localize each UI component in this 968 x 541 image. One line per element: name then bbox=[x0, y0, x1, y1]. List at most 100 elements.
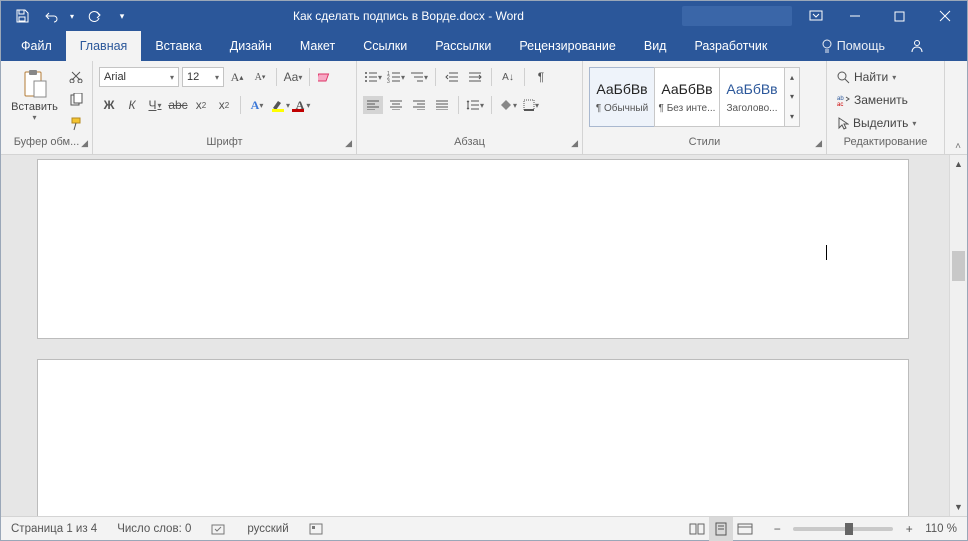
status-proofing[interactable] bbox=[201, 517, 237, 540]
multilevel-list-button[interactable]: ▾ bbox=[409, 68, 429, 86]
scroll-track[interactable] bbox=[950, 173, 967, 498]
tab-design[interactable]: Дизайн bbox=[216, 31, 286, 61]
font-size-combo[interactable]: 12▾ bbox=[182, 67, 224, 87]
copy-button[interactable] bbox=[66, 91, 86, 109]
page-2[interactable] bbox=[37, 359, 909, 516]
title-bar: ▾ ▾ Как сделать подпись в Ворде.docx - W… bbox=[1, 1, 967, 31]
view-print-layout[interactable] bbox=[709, 517, 733, 541]
show-marks-button[interactable]: ¶ bbox=[531, 68, 551, 86]
zoom-out-button[interactable]: − bbox=[767, 520, 787, 538]
quick-access-toolbar: ▾ ▾ bbox=[1, 3, 135, 29]
clipboard-dialog-launcher[interactable]: ◢ bbox=[81, 138, 88, 149]
style-no-spacing[interactable]: АаБбВв ¶ Без инте... bbox=[654, 67, 720, 127]
vertical-scrollbar[interactable]: ▲ ▼ bbox=[949, 155, 967, 516]
highlight-button[interactable]: ▾ bbox=[270, 96, 290, 114]
tab-view[interactable]: Вид bbox=[630, 31, 681, 61]
tell-me[interactable]: Помощь bbox=[809, 31, 897, 61]
select-button[interactable]: Выделить▾ bbox=[833, 113, 920, 133]
collapse-ribbon-button[interactable]: ˄ bbox=[955, 141, 961, 152]
strikethrough-button[interactable]: abc bbox=[168, 96, 188, 114]
tab-insert[interactable]: Вставка bbox=[141, 31, 215, 61]
scroll-up-button[interactable]: ▲ bbox=[950, 155, 967, 173]
undo-button[interactable] bbox=[37, 3, 63, 29]
paste-button[interactable]: Вставить ▾ bbox=[7, 65, 62, 133]
status-word-count[interactable]: Число слов: 0 bbox=[107, 517, 201, 540]
shading-button[interactable]: ▾ bbox=[498, 96, 518, 114]
zoom-in-button[interactable]: + bbox=[899, 520, 919, 538]
save-button[interactable] bbox=[9, 3, 35, 29]
tab-layout[interactable]: Макет bbox=[286, 31, 349, 61]
find-button[interactable]: Найти▾ bbox=[833, 67, 900, 87]
replace-icon: abac bbox=[837, 94, 850, 106]
zoom-level[interactable]: 110 % bbox=[925, 523, 957, 535]
status-macro[interactable] bbox=[299, 517, 333, 540]
group-clipboard: Вставить ▾ Буфер обм...◢ bbox=[1, 61, 93, 154]
justify-button[interactable] bbox=[432, 96, 452, 114]
style-heading1[interactable]: АаБбВв Заголово... bbox=[719, 67, 785, 127]
cut-button[interactable] bbox=[66, 67, 86, 85]
view-read-mode[interactable] bbox=[685, 517, 709, 541]
scroll-thumb[interactable] bbox=[952, 251, 965, 281]
align-right-button[interactable] bbox=[409, 96, 429, 114]
paste-label: Вставить bbox=[11, 101, 58, 113]
qat-customize[interactable]: ▾ bbox=[109, 3, 135, 29]
sort-button[interactable]: A↓ bbox=[498, 68, 518, 86]
increase-indent-button[interactable] bbox=[465, 68, 485, 86]
close-button[interactable] bbox=[922, 1, 967, 31]
zoom-slider-thumb[interactable] bbox=[845, 523, 853, 535]
view-web-layout[interactable] bbox=[733, 517, 757, 541]
maximize-button[interactable] bbox=[877, 1, 922, 31]
grow-font-button[interactable]: A▴ bbox=[227, 68, 247, 86]
tab-review[interactable]: Рецензирование bbox=[505, 31, 630, 61]
tab-mailings[interactable]: Рассылки bbox=[421, 31, 505, 61]
status-page[interactable]: Страница 1 из 4 bbox=[1, 517, 107, 540]
underline-button[interactable]: Ч▾ bbox=[145, 96, 165, 114]
line-spacing-button[interactable]: ▾ bbox=[465, 96, 485, 114]
font-name-combo[interactable]: Arial▾ bbox=[99, 67, 179, 87]
superscript-button[interactable]: x2 bbox=[214, 96, 234, 114]
tab-home[interactable]: Главная bbox=[66, 31, 142, 61]
redo-button[interactable] bbox=[81, 3, 107, 29]
share-button[interactable] bbox=[897, 31, 937, 61]
undo-dropdown[interactable]: ▾ bbox=[65, 3, 79, 29]
align-left-button[interactable] bbox=[363, 96, 383, 114]
styles-dialog-launcher[interactable]: ◢ bbox=[815, 138, 822, 149]
scroll-down-button[interactable]: ▼ bbox=[950, 498, 967, 516]
bullets-button[interactable]: ▾ bbox=[363, 68, 383, 86]
zoom-controls: − + 110 % bbox=[757, 520, 967, 538]
tab-references[interactable]: Ссылки bbox=[349, 31, 421, 61]
tab-file[interactable]: Файл bbox=[7, 31, 66, 61]
numbering-button[interactable]: 123▾ bbox=[386, 68, 406, 86]
style-normal[interactable]: АаБбВв ¶ Обычный bbox=[589, 67, 655, 127]
minimize-button[interactable] bbox=[832, 1, 877, 31]
format-painter-button[interactable] bbox=[66, 115, 86, 133]
font-size-value: 12 bbox=[187, 71, 199, 83]
shrink-font-button[interactable]: A▾ bbox=[250, 68, 270, 86]
align-center-button[interactable] bbox=[386, 96, 406, 114]
styles-gallery: АаБбВв ¶ Обычный АаБбВв ¶ Без инте... Аа… bbox=[589, 67, 800, 127]
account-area[interactable] bbox=[682, 6, 792, 26]
zoom-slider[interactable] bbox=[793, 527, 893, 531]
text-effects-button[interactable]: A▾ bbox=[247, 96, 267, 114]
replace-button[interactable]: abac Заменить bbox=[833, 90, 912, 110]
font-dialog-launcher[interactable]: ◢ bbox=[345, 138, 352, 149]
svg-text:ac: ac bbox=[837, 102, 843, 106]
decrease-indent-button[interactable] bbox=[442, 68, 462, 86]
borders-button[interactable]: ▾ bbox=[521, 96, 541, 114]
tab-developer[interactable]: Разработчик bbox=[680, 31, 781, 61]
ribbon: Вставить ▾ Буфер обм...◢ Arial▾ 12▾ A▴ A… bbox=[1, 61, 967, 155]
status-language[interactable]: русский bbox=[237, 517, 298, 540]
ribbon-display-options[interactable] bbox=[800, 1, 832, 31]
italic-button[interactable]: К bbox=[122, 96, 142, 114]
bold-button[interactable]: Ж bbox=[99, 96, 119, 114]
font-color-button[interactable]: A▾ bbox=[293, 96, 313, 114]
subscript-button[interactable]: x2 bbox=[191, 96, 211, 114]
clear-formatting-button[interactable] bbox=[316, 68, 336, 86]
page-1[interactable] bbox=[37, 159, 909, 339]
change-case-button[interactable]: Aa▾ bbox=[283, 68, 303, 86]
comments-button[interactable] bbox=[937, 31, 967, 61]
paragraph-dialog-launcher[interactable]: ◢ bbox=[571, 138, 578, 149]
document-scroll[interactable] bbox=[1, 155, 949, 516]
styles-more[interactable]: ▴▾▾ bbox=[784, 67, 800, 127]
window-title: Как сделать подпись в Ворде.docx - Word bbox=[135, 9, 682, 23]
